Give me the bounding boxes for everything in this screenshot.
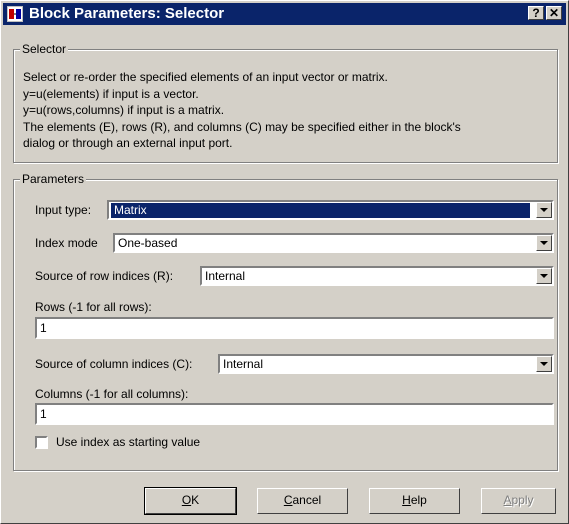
columns-input[interactable]: 1 [35,403,554,425]
input-type-dropdown[interactable]: Matrix [107,200,554,220]
description-line: y=u(elements) if input is a vector. [23,86,199,101]
ok-mnemonic: O [181,493,192,507]
help-button[interactable]: Help [369,488,460,514]
row-source-value: Internal [205,269,246,283]
help-mnemonic: H [402,493,411,507]
use-index-label[interactable]: Use index as starting value [56,434,200,450]
window-title: Block Parameters: Selector [29,5,225,22]
ok-button[interactable]: OK [144,487,237,515]
apply-label: pply [511,493,534,507]
description-line: y=u(rows,columns) if input is a matrix. [23,103,225,117]
parameters-group-label: Parameters [20,172,87,186]
description-line: The elements (E), rows (R), and columns … [23,119,461,134]
close-icon[interactable]: ✕ [546,6,562,20]
cancel-button[interactable]: Cancel [257,488,348,514]
chevron-down-icon[interactable] [536,235,552,251]
chevron-down-icon[interactable] [536,356,552,372]
input-type-label: Input type: [35,203,92,217]
columns-label: Columns (-1 for all columns): [35,387,189,401]
rows-input[interactable]: 1 [35,317,554,339]
rows-value: 1 [40,321,47,335]
cancel-label: ancel [292,493,322,507]
index-mode-dropdown[interactable]: One-based [113,233,554,253]
index-mode-value: One-based [118,236,178,250]
description-line: dialog or through an external input port… [23,136,233,150]
help-title-button[interactable]: ? [528,6,544,20]
row-source-label: Source of row indices (R): [35,269,174,283]
index-mode-label: Index mode [35,236,98,250]
selector-description: Select or re-order the specified element… [23,69,543,152]
input-type-value: Matrix [111,203,530,218]
row-source-dropdown[interactable]: Internal [200,266,554,286]
chevron-down-icon[interactable] [536,202,552,218]
help-label: elp [410,493,427,507]
ok-label: K [191,493,200,507]
description-line: Select or re-order the specified element… [23,70,388,84]
chevron-down-icon[interactable] [536,268,552,284]
col-source-value: Internal [223,357,264,371]
col-source-dropdown[interactable]: Internal [218,354,554,374]
columns-value: 1 [40,407,47,421]
title-bar[interactable]: Block Parameters: Selector ? ✕ [3,3,566,25]
block-parameters-dialog: Block Parameters: Selector ? ✕ Selector … [0,0,569,524]
use-index-checkbox[interactable] [35,436,48,449]
apply-mnemonic: A [503,493,512,507]
apply-button[interactable]: Apply [481,488,556,514]
col-source-label: Source of column indices (C): [35,357,193,371]
selector-group-label: Selector [20,42,69,56]
simulink-block-icon [7,6,23,22]
rows-label: Rows (-1 for all rows): [35,300,152,314]
